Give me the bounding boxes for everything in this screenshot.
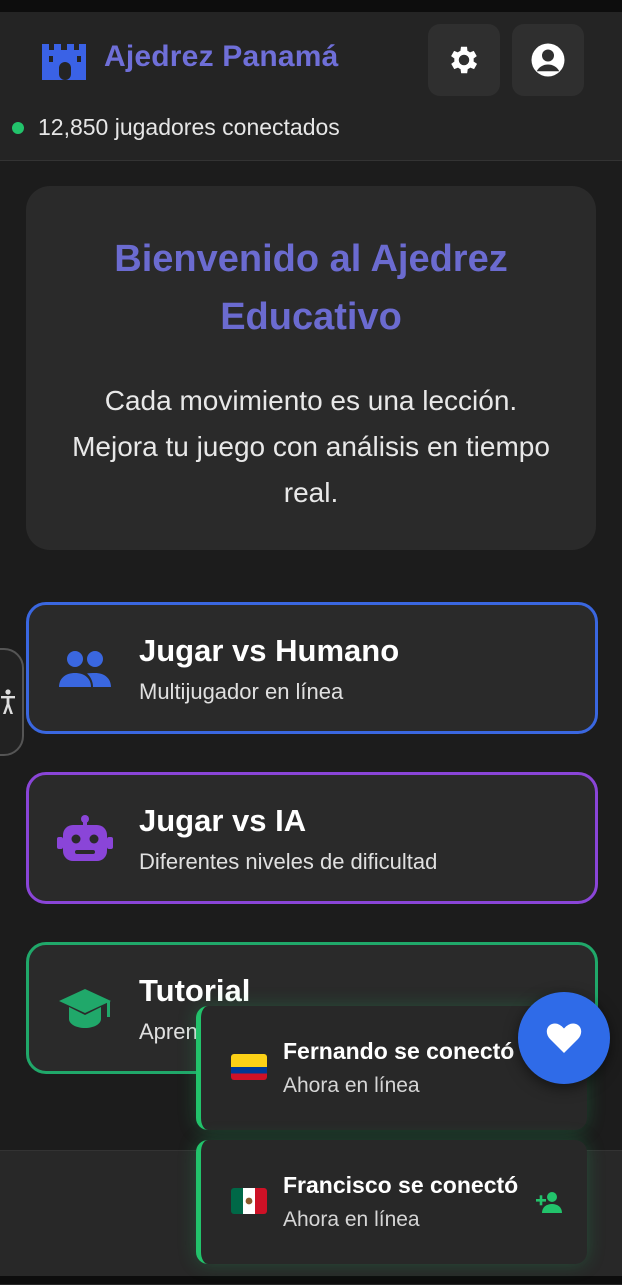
mode-title: Jugar vs IA (139, 803, 307, 838)
play-vs-ai-button[interactable]: Jugar vs IA Diferentes niveles de dificu… (26, 772, 598, 904)
mode-subtitle: Diferentes niveles de dificultad (139, 849, 438, 874)
settings-button[interactable] (428, 24, 500, 96)
castle-icon (42, 44, 86, 80)
mode-title: Jugar vs Humano (139, 633, 400, 668)
app-title: Ajedrez Panamá (104, 40, 339, 73)
mode-subtitle: Multijugador en línea (139, 679, 344, 704)
gear-icon (451, 46, 478, 74)
system-nav-strip (0, 1276, 622, 1284)
users-icon (57, 647, 113, 691)
robot-icon (57, 815, 113, 861)
user-plus-icon (536, 1192, 562, 1213)
toast-subtitle: Ahora en línea (283, 1074, 420, 1097)
mexico-flag-icon (231, 1188, 267, 1214)
colombia-flag-icon (231, 1054, 267, 1080)
favorite-fab-button[interactable] (518, 992, 610, 1084)
app-header: Ajedrez Panamá 12,850 jugadores conectad… (0, 12, 622, 161)
online-count-text: 12,850 jugadores conectados (38, 114, 340, 140)
online-counter: 12,850 jugadores conectados (12, 114, 340, 141)
play-vs-human-button[interactable]: Jugar vs Humano Multijugador en línea (26, 602, 598, 734)
heart-icon (546, 1023, 582, 1053)
toast-subtitle: Ahora en línea (283, 1208, 420, 1231)
graduation-cap-icon (57, 987, 113, 1031)
status-bar-strip (0, 0, 622, 12)
accessibility-icon (1, 689, 15, 714)
toast-title: Francisco se conectó (283, 1172, 519, 1198)
accessibility-button[interactable] (0, 648, 24, 756)
online-dot (12, 121, 24, 134)
connection-toast[interactable]: Francisco se conectó Ahora en línea (196, 1140, 587, 1264)
mode-title: Tutorial (139, 973, 251, 1008)
welcome-card: Bienvenido al Ajedrez Educativo Cada mov… (26, 186, 596, 550)
welcome-text: Cada movimiento es una lección. Mejora t… (72, 385, 550, 508)
welcome-title: Bienvenido al Ajedrez Educativo (114, 238, 508, 338)
profile-button[interactable] (512, 24, 584, 96)
toast-title: Fernando se conectó (283, 1038, 515, 1064)
user-circle-icon (531, 43, 565, 77)
mode-subtitle: Apren (139, 1019, 198, 1044)
